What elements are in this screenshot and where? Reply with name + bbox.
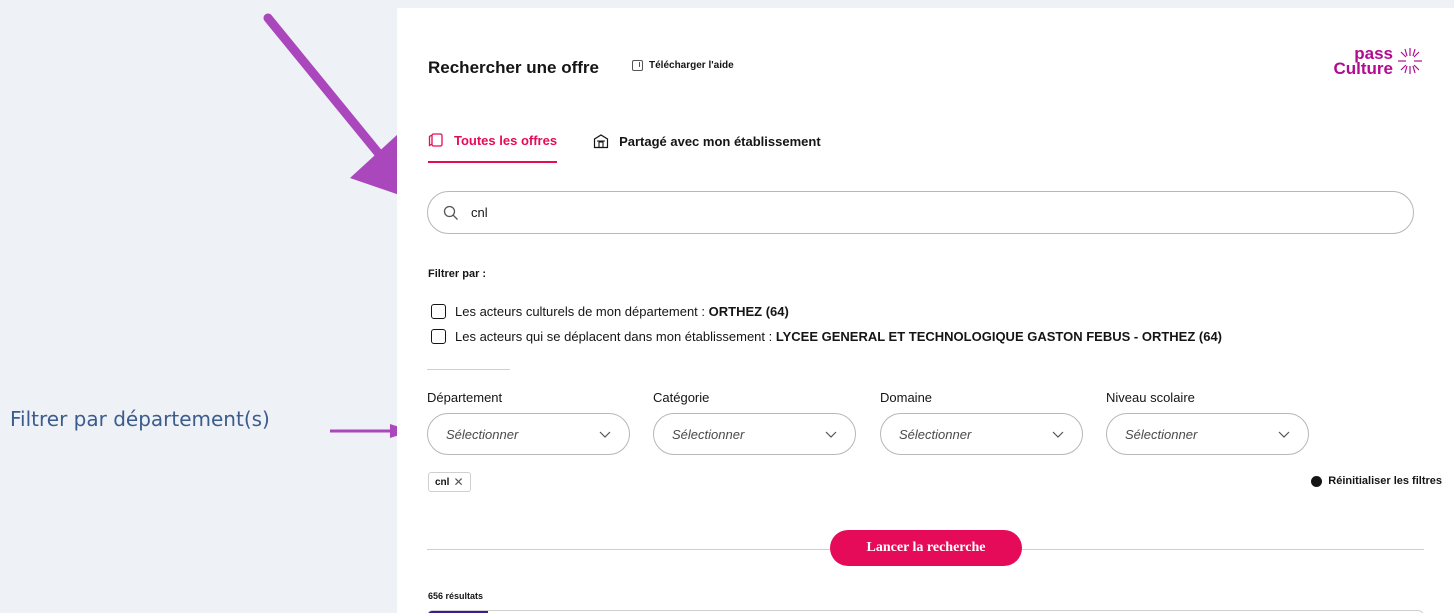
chevron-down-icon [825,431,837,438]
filter-checkbox-establishment[interactable]: Les acteurs qui se déplacent dans mon ét… [431,329,1222,344]
download-icon [632,60,643,71]
checkbox-label: Les acteurs culturels de mon département… [455,304,789,319]
checkbox[interactable] [431,304,446,319]
select-school-level-dropdown[interactable]: Sélectionner [1106,413,1309,455]
select-school-level: Niveau scolaire Sélectionner [1106,390,1309,455]
divider [427,369,510,370]
school-icon [593,134,609,149]
tab-shared-offers[interactable]: Partagé avec mon établissement [593,132,821,163]
select-domain-label: Domaine [880,390,933,405]
chevron-down-icon [1052,431,1064,438]
annotation-label: Filtrer par département(s) [10,407,270,431]
reset-icon [1311,475,1323,487]
burst-icon [1398,48,1422,74]
select-domain-dropdown[interactable]: Sélectionner [880,413,1083,455]
download-help-link[interactable]: Télécharger l'aide [632,60,734,71]
chevron-down-icon [599,431,611,438]
results-count: 656 résultats [428,591,484,601]
reset-filters-button[interactable]: Réinitialiser les filtres [1311,475,1442,487]
select-department: Département Sélectionner [427,390,630,455]
filter-checkbox-department[interactable]: Les acteurs culturels de mon département… [431,304,789,319]
select-placeholder: Sélectionner [672,426,745,442]
tab-all-offers-label: Toutes les offres [454,132,558,148]
page-title: Rechercher une offre [428,58,599,77]
logo-line2: Culture [1333,59,1394,78]
chevron-down-icon [1278,431,1290,438]
select-department-dropdown[interactable]: Sélectionner [427,413,630,455]
search-input[interactable] [471,205,1371,220]
filter-title: Filtrer par : [428,268,487,280]
launch-search-button[interactable]: Lancer la recherche [830,530,1022,566]
reset-filters-label: Réinitialiser les filtres [1328,475,1442,487]
active-filter-tag[interactable]: cnl ✕ [428,472,471,492]
pass-culture-logo: pass Culture [1333,45,1425,78]
select-department-label: Département [427,390,503,405]
offer-tabs: Toutes les offres Partagé avec mon établ… [428,132,821,163]
select-placeholder: Sélectionner [899,426,972,442]
book-icon [428,133,443,147]
select-domain: Domaine Sélectionner [880,390,1083,455]
select-category-dropdown[interactable]: Sélectionner [653,413,856,455]
tag-label: cnl [435,476,450,488]
search-icon [443,205,458,220]
select-placeholder: Sélectionner [446,426,519,442]
tab-shared-offers-label: Partagé avec mon établissement [619,133,821,149]
tab-all-offers[interactable]: Toutes les offres [428,132,558,163]
checkbox-label: Les acteurs qui se déplacent dans mon ét… [455,329,1222,344]
download-help-label: Télécharger l'aide [649,60,734,71]
checkbox[interactable] [431,329,446,344]
select-school-level-label: Niveau scolaire [1106,390,1195,405]
search-bar [427,191,1414,234]
close-icon[interactable]: ✕ [453,475,463,489]
select-category-label: Catégorie [653,390,710,405]
select-placeholder: Sélectionner [1125,426,1198,442]
select-category: Catégorie Sélectionner [653,390,856,455]
search-panel: Rechercher une offre Télécharger l'aide … [397,8,1454,613]
